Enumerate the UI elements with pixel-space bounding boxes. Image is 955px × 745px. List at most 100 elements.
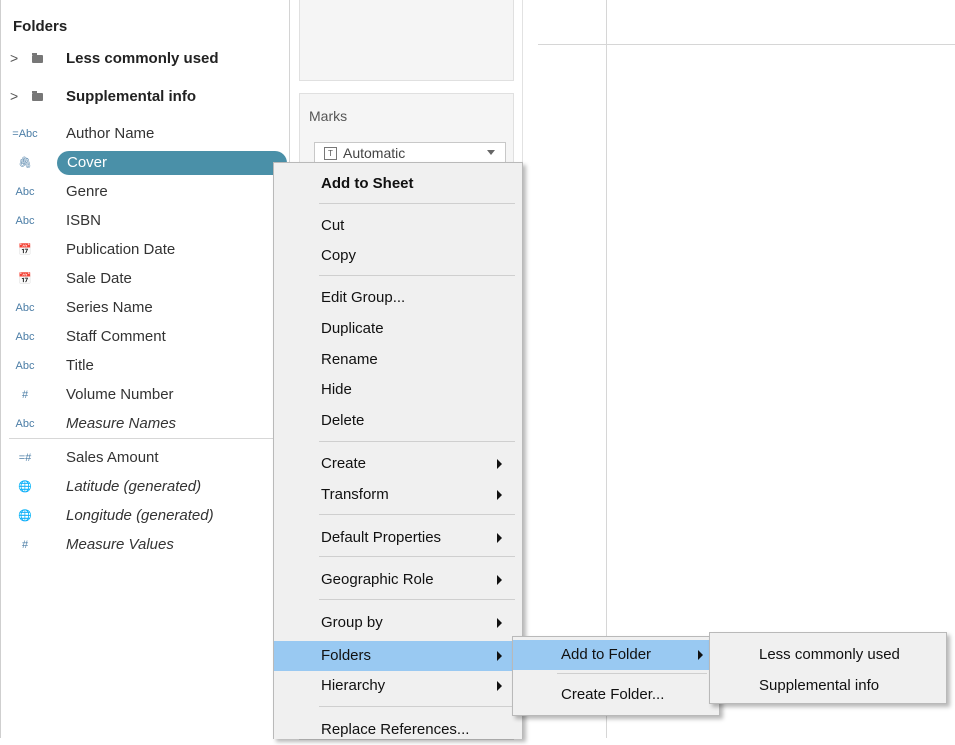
field-publication-date[interactable]: 📅 Publication Date bbox=[1, 238, 287, 262]
menu-item-replace-references[interactable]: Replace References... bbox=[274, 715, 522, 745]
field-isbn[interactable]: Abc ISBN bbox=[1, 209, 287, 233]
menu-item-add-to-sheet[interactable]: Add to Sheet bbox=[274, 169, 522, 199]
folder-label: Supplemental info bbox=[66, 88, 197, 105]
field-author-name[interactable]: =Abc Author Name bbox=[1, 122, 287, 146]
chevron-right-icon[interactable]: > bbox=[10, 88, 18, 104]
field-label: Measure Names bbox=[66, 415, 177, 432]
menu-item-label: Replace References... bbox=[321, 721, 470, 738]
field-label: Title bbox=[66, 357, 94, 374]
menu-item-transform[interactable]: Transform bbox=[274, 480, 522, 510]
measure-measure-values[interactable]: # Measure Values bbox=[1, 533, 287, 557]
field-label: Series Name bbox=[66, 299, 153, 316]
menu-item-folders[interactable]: Folders bbox=[274, 641, 522, 671]
pages-shelf[interactable] bbox=[299, 0, 514, 81]
submenu-arrow-icon bbox=[698, 650, 703, 660]
measure-longitude-generated[interactable]: 🌐 Longitude (generated) bbox=[1, 504, 287, 528]
measure-latitude-generated[interactable]: 🌐 Latitude (generated) bbox=[1, 475, 287, 499]
menu-separator bbox=[319, 706, 515, 707]
number-icon: # bbox=[21, 389, 29, 401]
menu-item-label: Edit Group... bbox=[321, 289, 406, 306]
field-label: Volume Number bbox=[66, 386, 174, 403]
globe-icon: 🌐 bbox=[18, 510, 32, 522]
folder-less-commonly-used[interactable]: > Less commonly used bbox=[1, 47, 287, 71]
menu-item-label: Copy bbox=[321, 247, 357, 264]
dimensions-measures-divider bbox=[9, 438, 289, 439]
number-icon: # bbox=[21, 539, 29, 551]
measure-label: Latitude (generated) bbox=[66, 478, 202, 495]
field-genre[interactable]: Abc Genre bbox=[1, 180, 287, 204]
submenu-arrow-icon bbox=[497, 533, 502, 543]
menu-item-label: Rename bbox=[321, 351, 378, 368]
menu-item-cut[interactable]: Cut bbox=[274, 211, 522, 241]
field-label: Cover bbox=[67, 154, 108, 171]
menu-item-label: Create bbox=[321, 455, 367, 472]
calendar-icon: 📅 bbox=[18, 273, 32, 285]
mark-type-dropdown[interactable]: T Automatic bbox=[314, 142, 506, 164]
field-staff-comment[interactable]: Abc Staff Comment bbox=[1, 325, 287, 349]
field-label: ISBN bbox=[66, 212, 102, 229]
menu-separator bbox=[319, 514, 515, 515]
submenu-item-add-to-folder[interactable]: Add to Folder bbox=[513, 640, 719, 670]
string-icon: Abc bbox=[15, 186, 35, 198]
menu-item-delete[interactable]: Delete bbox=[274, 406, 522, 436]
field-label: Author Name bbox=[66, 125, 155, 142]
menu-item-copy[interactable]: Copy bbox=[274, 241, 522, 271]
menu-item-geographic-role[interactable]: Geographic Role bbox=[274, 565, 522, 595]
menu-item-label: Transform bbox=[321, 486, 389, 503]
folder-option-less-commonly-used[interactable]: Less commonly used bbox=[710, 640, 946, 670]
menu-item-rename[interactable]: Rename bbox=[274, 345, 522, 375]
menu-item-hierarchy[interactable]: Hierarchy bbox=[274, 671, 522, 701]
field-label: Sale Date bbox=[66, 270, 132, 287]
menu-item-default-properties[interactable]: Default Properties bbox=[274, 523, 522, 553]
paperclip-icon: 🖇 bbox=[18, 157, 32, 169]
submenu-arrow-icon bbox=[497, 618, 502, 628]
field-measure-names[interactable]: Abc Measure Names bbox=[1, 412, 287, 436]
measure-label: Sales Amount bbox=[66, 449, 159, 466]
field-volume-number[interactable]: # Volume Number bbox=[1, 383, 287, 407]
menu-item-label: Add to Sheet bbox=[321, 175, 414, 192]
folders-submenu: Add to Folder Create Folder... bbox=[512, 636, 720, 716]
measure-label: Longitude (generated) bbox=[66, 507, 214, 524]
menu-item-label: Duplicate bbox=[321, 320, 384, 337]
menu-item-hide[interactable]: Hide bbox=[274, 375, 522, 405]
calculated-string-icon: =Abc bbox=[12, 128, 38, 140]
string-icon: Abc bbox=[15, 215, 35, 227]
string-icon: Abc bbox=[15, 302, 35, 314]
field-label: Staff Comment bbox=[66, 328, 166, 345]
menu-item-label: Group by bbox=[321, 614, 383, 631]
folder-label: Less commonly used bbox=[66, 50, 219, 67]
menu-item-label: Delete bbox=[321, 412, 365, 429]
submenu-item-label: Add to Folder bbox=[561, 646, 652, 663]
chevron-right-icon[interactable]: > bbox=[10, 50, 18, 66]
chevron-down-icon bbox=[487, 150, 495, 155]
field-title[interactable]: Abc Title bbox=[1, 354, 287, 378]
string-icon: Abc bbox=[15, 331, 35, 343]
menu-separator bbox=[319, 441, 515, 442]
measure-sales-amount[interactable]: =# Sales Amount bbox=[1, 446, 287, 470]
menu-item-label: Hierarchy bbox=[321, 677, 386, 694]
submenu-arrow-icon bbox=[497, 490, 502, 500]
submenu-item-create-folder[interactable]: Create Folder... bbox=[513, 680, 719, 710]
menu-item-edit-group[interactable]: Edit Group... bbox=[274, 283, 522, 313]
menu-item-group-by[interactable]: Group by bbox=[274, 608, 522, 638]
measure-label: Measure Values bbox=[66, 536, 174, 553]
globe-icon: 🌐 bbox=[18, 481, 32, 493]
text-mark-icon: T bbox=[324, 147, 337, 160]
field-sale-date[interactable]: 📅 Sale Date bbox=[1, 267, 287, 291]
menu-item-create[interactable]: Create bbox=[274, 449, 522, 479]
menu-item-duplicate[interactable]: Duplicate bbox=[274, 314, 522, 344]
calendar-icon: 📅 bbox=[18, 244, 32, 256]
menu-item-label: Folders bbox=[321, 647, 372, 664]
field-cover[interactable]: 🖇 Cover bbox=[1, 151, 287, 175]
field-label: Publication Date bbox=[66, 241, 176, 258]
field-series-name[interactable]: Abc Series Name bbox=[1, 296, 287, 320]
folder-supplemental-info[interactable]: > Supplemental info bbox=[1, 85, 287, 109]
string-icon: Abc bbox=[15, 360, 35, 372]
submenu-arrow-icon bbox=[497, 681, 502, 691]
view-header-line bbox=[538, 44, 955, 45]
submenu-arrow-icon bbox=[497, 459, 502, 469]
calculated-number-icon: =# bbox=[18, 452, 32, 464]
folder-option-supplemental-info[interactable]: Supplemental info bbox=[710, 671, 946, 701]
menu-separator bbox=[319, 599, 515, 600]
folder-option-label: Less commonly used bbox=[759, 646, 900, 663]
